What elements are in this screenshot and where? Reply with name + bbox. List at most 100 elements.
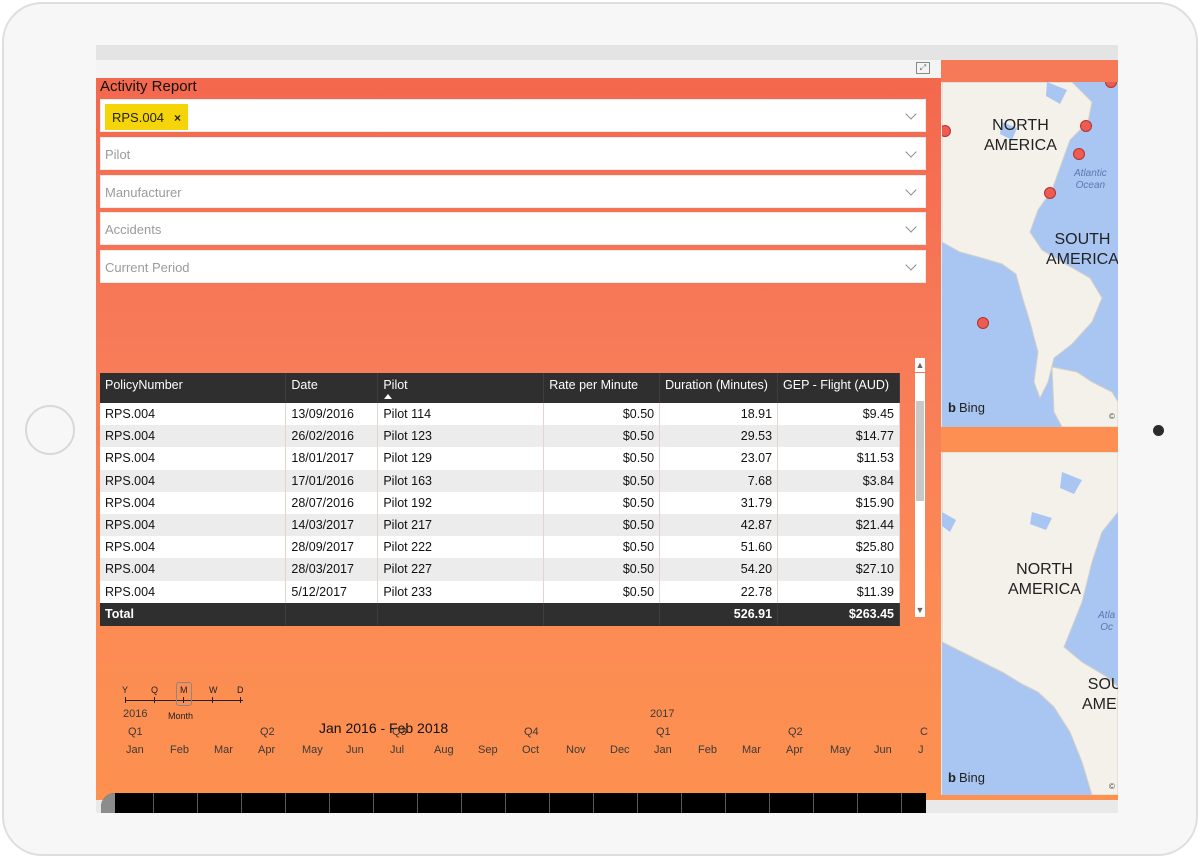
table-row[interactable]: RPS.004 17/01/2016 Pilot 163 $0.50 7.68 $3.84 [100, 469, 900, 492]
scroll-down-icon[interactable]: ▼ [915, 603, 925, 617]
map-point[interactable] [1080, 120, 1092, 132]
column-header-rate[interactable]: Rate per Minute [543, 373, 661, 403]
granularity-tick [183, 697, 184, 703]
cell-pilot: Pilot 123 [377, 425, 545, 448]
timeline-cell-divider [813, 793, 814, 813]
slicer-policy-number[interactable]: RPS.004 × [100, 99, 926, 132]
chevron-down-icon[interactable] [905, 221, 917, 233]
timeline-month[interactable]: Nov [566, 744, 586, 756]
map-label-north-america: NORTH AMERICA [984, 117, 1057, 154]
home-button[interactable] [25, 405, 75, 455]
granularity-option[interactable]: M [180, 685, 188, 695]
map-point[interactable] [1044, 187, 1056, 199]
cell-date: 5/12/2017 [285, 580, 379, 603]
chevron-down-icon[interactable] [905, 184, 917, 196]
cell-duration: 51.60 [659, 536, 779, 559]
slicer-accidents[interactable]: Accidents [100, 212, 926, 245]
timeline-month[interactable]: Sep [478, 744, 498, 756]
timeline-month[interactable]: Jul [390, 744, 404, 756]
timeline-start-handle[interactable] [101, 793, 115, 813]
timeline-cell-divider [637, 793, 638, 813]
timeline-month[interactable]: Dec [610, 744, 630, 756]
granularity-option[interactable]: W [209, 685, 218, 695]
timeline-cell-divider [725, 793, 726, 813]
timeline-cell-divider [857, 793, 858, 813]
slicer-pilot[interactable]: Pilot [100, 137, 926, 170]
column-header-policy-number[interactable]: PolicyNumber [100, 373, 287, 403]
table-row[interactable]: RPS.004 26/02/2016 Pilot 123 $0.50 29.53 $14.… [100, 425, 900, 448]
map-visual-1[interactable]: NORTH AMERICA SOUTH AMERICA Atlantic Ocean … [942, 82, 1118, 427]
map-point[interactable] [977, 317, 989, 329]
slicer-manufacturer[interactable]: Manufacturer [100, 175, 926, 208]
timeline-month[interactable]: Oct [522, 744, 539, 756]
activity-table: PolicyNumber Date Pilot Rate per Minute … [100, 373, 900, 626]
map-visual-2[interactable]: NORTHAMERICA SOUAMER AtlaOc bBing © [942, 452, 1118, 795]
timeline-quarter: Q3 [392, 726, 407, 738]
table-row[interactable]: RPS.004 13/09/2016 Pilot 114 $0.50 18.91 $9.4… [100, 403, 900, 426]
timeline-cell-divider [197, 793, 198, 813]
timeline-month[interactable]: Aug [434, 744, 454, 756]
map-provider: Bing [958, 770, 985, 785]
cell-gep: $15.90 [777, 491, 900, 514]
cell-policy-number: RPS.004 [100, 403, 287, 426]
column-header-date[interactable]: Date [285, 373, 379, 403]
granularity-option[interactable]: Y [122, 685, 128, 695]
timeline-month[interactable]: Jan [126, 744, 144, 756]
cell-duration: 23.07 [659, 447, 779, 470]
table-row[interactable]: RPS.004 18/01/2017 Pilot 129 $0.50 23.07 $11.… [100, 447, 900, 470]
timeline-month[interactable]: May [302, 744, 323, 756]
timeline-month[interactable]: May [830, 744, 851, 756]
chevron-down-icon[interactable] [905, 146, 917, 158]
map-point[interactable] [1073, 148, 1085, 160]
table-scrollbar[interactable]: ▲ ▼ [915, 358, 925, 617]
table-row[interactable]: RPS.004 14/03/2017 Pilot 217 $0.50 42.87 $21.… [100, 513, 900, 537]
table-row[interactable]: RPS.004 28/07/2016 Pilot 192 $0.50 31.79 $15.… [100, 491, 900, 514]
map-label-ocean: Atlantic Ocean [1074, 168, 1107, 191]
cell-pilot: Pilot 129 [377, 447, 545, 470]
granularity-tick [125, 697, 126, 703]
total-empty [285, 602, 379, 626]
timeline-month[interactable]: Mar [214, 744, 233, 756]
timeline-month[interactable]: Apr [786, 744, 803, 756]
cell-rate: $0.50 [543, 536, 661, 559]
table-row[interactable]: RPS.004 28/03/2017 Pilot 227 $0.50 54.20 $27.… [100, 558, 900, 581]
timeline-bar[interactable] [101, 793, 926, 813]
slicer-current-period[interactable]: Current Period [100, 250, 926, 283]
visual-header [96, 60, 941, 78]
timeline-cell-divider [285, 793, 286, 813]
column-header-gep[interactable]: GEP - Flight (AUD) [777, 373, 900, 403]
selected-chip[interactable]: RPS.004 × [105, 104, 189, 130]
timeline-month[interactable]: J [918, 744, 924, 756]
cell-gep: $11.39 [777, 580, 900, 603]
column-header-pilot[interactable]: Pilot [377, 373, 545, 403]
timeline-month[interactable]: Feb [170, 744, 189, 756]
cell-date: 28/03/2017 [285, 558, 379, 581]
timeline-month[interactable]: Jun [346, 744, 364, 756]
column-header-duration[interactable]: Duration (Minutes) [659, 373, 779, 403]
chip-label: RPS.004 [112, 110, 165, 125]
chevron-down-icon[interactable] [905, 259, 917, 271]
table-row[interactable]: RPS.004 5/12/2017 Pilot 233 $0.50 22.78 $11.3… [100, 580, 900, 603]
focus-mode-icon[interactable]: ⤢ [916, 62, 930, 74]
table-header-row: PolicyNumber Date Pilot Rate per Minute … [100, 373, 900, 403]
sort-ascending-icon [384, 394, 393, 399]
timeline-month[interactable]: Jun [874, 744, 892, 756]
scroll-thumb[interactable] [916, 401, 924, 501]
timeline-quarter: Q2 [260, 726, 275, 738]
timeline-month[interactable]: Jan [654, 744, 672, 756]
table-row[interactable]: RPS.004 28/09/2017 Pilot 222 $0.50 51.60 $25.… [100, 536, 900, 559]
scroll-up-icon[interactable]: ▲ [915, 358, 925, 372]
timeline-quarter: Q4 [524, 726, 539, 738]
granularity-option[interactable]: Q [151, 685, 158, 695]
timeline-year: 2017 [650, 708, 675, 720]
timeline-month[interactable]: Mar [742, 744, 761, 756]
screen: ⤢ Activity Report RPS.004 × Pilot Manufac… [96, 45, 1118, 813]
timeline-month[interactable]: Apr [258, 744, 275, 756]
close-icon[interactable]: × [174, 111, 181, 125]
map-copyright: © [1109, 782, 1115, 791]
granularity-option[interactable]: D [237, 685, 244, 695]
timeline-cell-divider [593, 793, 594, 813]
timeline-month[interactable]: Feb [698, 744, 717, 756]
chevron-down-icon[interactable] [905, 108, 917, 120]
timeline-cell-divider [461, 793, 462, 813]
